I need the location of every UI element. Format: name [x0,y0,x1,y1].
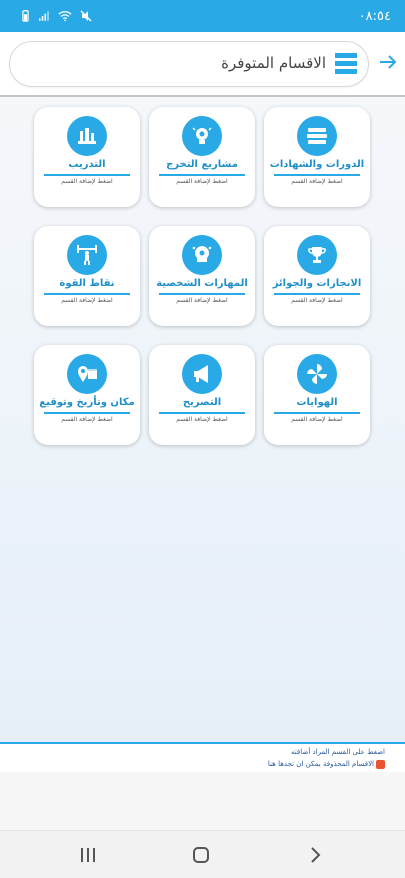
system-nav-bar [0,830,405,878]
status-icons [20,10,92,22]
signal-icon [39,11,49,21]
section-card-training[interactable]: التدريب اضغط لإضافة القسم [34,107,140,207]
section-underline [274,174,360,176]
section-underline [159,293,245,295]
section-hint: اضغط لإضافة القسم [176,297,228,304]
idea-gears-icon [182,116,222,156]
status-bar: ٠٨:٥٤ [0,0,405,32]
megaphone-icon [182,354,222,394]
section-title: مكان وتأريخ وتوقيع [39,397,135,408]
section-hint: اضغط لإضافة القسم [176,416,228,423]
skills-head-icon [182,235,222,275]
section-card-hobbies[interactable]: الهوايات اضغط لإضافة القسم [264,345,370,445]
weightlifter-icon [67,235,107,275]
section-hint: اضغط لإضافة القسم [61,297,113,304]
section-underline [159,412,245,414]
wifi-icon [58,11,72,22]
section-card-declaration[interactable]: التصريح اضغط لإضافة القسم [149,345,255,445]
info-hint-add: اضغط على القسم المراد أضافته [291,748,385,756]
section-title: المهارات الشخصية [156,278,248,289]
section-title: نقاط القوة [59,278,115,289]
section-title: الهوايات [296,397,338,408]
section-card-graduation-projects[interactable]: مشاريع التخرج اضغط لإضافة القسم [149,107,255,207]
section-hint: اضغط لإضافة القسم [61,416,113,423]
section-title: مشاريع التخرج [166,159,238,170]
page-title: الاقسام المتوفرة [221,54,326,72]
menu-icon[interactable] [335,53,357,75]
section-underline [44,174,130,176]
section-hint: اضغط لإضافة القسم [291,297,343,304]
lab-tools-icon [67,116,107,156]
section-underline [274,293,360,295]
back-chevron-icon[interactable] [305,845,325,865]
header-bar: الاقسام المتوفرة [9,41,369,87]
section-title: التدريب [68,159,106,170]
section-underline [274,412,360,414]
section-card-personal-skills[interactable]: المهارات الشخصية اضغط لإضافة القسم [149,226,255,326]
calendar-location-icon [67,354,107,394]
mute-icon [80,10,92,22]
pinwheel-icon [297,354,337,394]
section-hint: اضغط لإضافة القسم [291,416,343,423]
trophy-icon [297,235,337,275]
home-icon[interactable] [191,845,211,865]
section-hint: اضغط لإضافة القسم [61,178,113,185]
section-underline [44,293,130,295]
books-icon [297,116,337,156]
section-card-strengths[interactable]: نقاط القوة اضغط لإضافة القسم [34,226,140,326]
header: الاقسام المتوفرة [0,32,405,94]
section-title: الانجازات والجوائز [272,278,362,289]
info-panel: اضغط على القسم المراد أضافته الاقسام الم… [0,744,405,772]
section-card-place-date-signature[interactable]: مكان وتأريخ وتوقيع اضغط لإضافة القسم [34,345,140,445]
status-time: ٠٨:٥٤ [358,8,391,24]
info-deleted-sections[interactable]: الاقسام المحذوفة يمكن ان تجدها هنا [0,758,385,770]
section-underline [159,174,245,176]
battery-icon [22,10,29,22]
sections-grid: الدورات والشهادات اضغط لإضافة القسم مشار… [0,97,405,742]
arrow-right-icon[interactable] [378,52,398,72]
section-title: الدورات والشهادات [269,159,365,170]
section-title: التصريح [182,397,222,408]
section-card-achievements[interactable]: الانجازات والجوائز اضغط لإضافة القسم [264,226,370,326]
section-card-courses[interactable]: الدورات والشهادات اضغط لإضافة القسم [264,107,370,207]
info-deleted-text: الاقسام المحذوفة يمكن ان تجدها هنا [267,760,374,768]
trash-icon [376,759,385,769]
recent-apps-icon[interactable] [78,845,98,865]
section-underline [44,412,130,414]
section-hint: اضغط لإضافة القسم [176,178,228,185]
section-hint: اضغط لإضافة القسم [291,178,343,185]
empty-area [0,772,405,830]
